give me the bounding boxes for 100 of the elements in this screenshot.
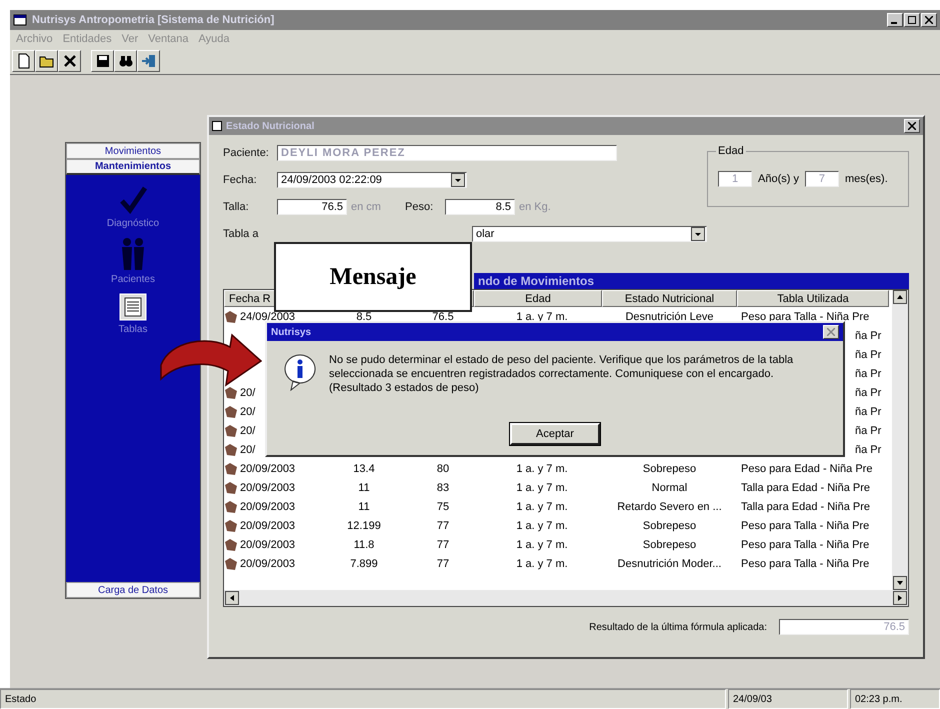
status-time: 02:23 p.m. [850,689,940,709]
table-cell: Peso para Edad - Niña Pre [741,462,872,474]
checkmark-icon[interactable] [118,185,148,215]
table-cell: Desnutrición Moder... [618,558,722,570]
scroll-down-icon[interactable] [893,576,907,590]
table-dropdown[interactable]: olar [472,226,707,242]
table-cell: Normal [652,482,688,494]
table-cell: ña Pr [855,330,882,342]
dialog-title: Nutrisys [271,326,312,338]
new-document-icon[interactable] [12,50,35,72]
sidebar-item-label[interactable]: Tablas [118,324,148,335]
close-button[interactable] [904,119,920,133]
table-cell: Sobrepeso [642,538,696,550]
row-icon [224,310,238,324]
table-cell: 20/09/2003 [240,500,296,512]
vertical-scrollbar[interactable] [892,290,908,590]
unit-label: en cm [351,200,382,212]
document-icon[interactable] [119,293,147,321]
sidebar-item-label[interactable]: Pacientes [111,274,155,285]
field-label: Talla: [223,200,250,212]
table-cell: 75 [436,500,450,512]
table-cell: 80 [436,462,450,474]
group-label: Edad [716,145,746,157]
table-cell: ña Pr [855,348,882,360]
field-label: Peso: [405,200,434,212]
table-cell: 11.8 [354,538,374,550]
field-label: Tabla a [223,228,260,240]
open-folder-icon[interactable] [35,50,58,72]
app-icon [212,121,222,131]
close-button[interactable] [823,325,839,339]
table-cell: 13.4 [353,462,375,474]
field-label: Paciente: [223,146,270,158]
row-icon [224,462,238,476]
scroll-up-icon[interactable] [893,290,907,304]
exit-door-icon[interactable] [137,50,160,72]
grid-title: ndo de Movimientos [478,274,594,288]
table-cell: Talla para Edad - Niña Pre [741,482,870,494]
column-header[interactable]: Tabla Utilizada [737,290,889,307]
weight-field[interactable]: 8.5 [445,198,515,214]
maximize-icon [908,16,916,24]
row-icon [224,480,238,494]
table-cell: 1 a. y 7 m. [516,500,568,512]
table-cell: 8.5 [356,310,372,322]
table-cell: 20/ [240,386,256,398]
table-cell: 1 a. y 7 m. [516,482,568,494]
sidebar-item-label[interactable]: Diagnóstico [106,218,160,229]
status-date: 24/09/03 [728,689,848,709]
result-label: Resultado de la última fórmula aplicada: [589,622,767,632]
accept-button[interactable]: Aceptar [510,423,600,445]
unit-label: en Kg. [519,200,552,212]
row-icon [224,424,238,438]
scroll-right-icon[interactable] [893,591,907,605]
row-icon [224,538,238,552]
table-cell: Talla para Edad - Niña Pre [741,500,870,512]
table-cell: ña Pr [855,424,882,436]
table-cell: Peso para Talla - Niña Pre [741,558,870,570]
table-cell: 11 [358,482,370,494]
table-cell: Peso para Talla - Niña Pre [741,520,870,532]
date-dropdown[interactable]: 24/09/2003 02:22:09 [277,172,467,188]
table-cell: Peso para Talla - Niña Pre [741,538,870,550]
column-header[interactable]: Edad [474,290,602,307]
row-icon [224,442,238,456]
column-header[interactable]: Estado Nutricional [602,290,737,307]
table-cell: 1 a. y 7 m. [516,538,568,550]
row-icon [224,500,238,514]
table-cell: 77 [436,558,450,570]
table-cell: Sobrepeso [642,520,696,532]
table-cell: 77 [436,520,450,532]
height-field[interactable]: 76.5 [277,198,347,214]
minimize-button[interactable] [887,13,903,27]
sidebar-tab[interactable]: Mantenimientos [66,159,200,175]
app-icon [13,13,27,27]
field-label: Año(s) y [758,173,799,185]
field-label: Fecha: [223,174,258,186]
sidebar-tab[interactable]: Carga de Datos [66,582,200,598]
table-cell: ña Pr [855,406,882,418]
delete-icon[interactable] [58,50,81,72]
table-cell: 20/ [240,444,256,456]
binoculars-icon[interactable] [114,50,137,72]
table-cell: 1 a. y 7 m. [516,462,568,474]
table-cell: 20/ [240,424,256,436]
row-icon [224,556,238,570]
field-label: mes(es). [844,173,888,185]
status-text: Estado [0,689,726,709]
table-cell: 20/ [240,406,256,418]
close-icon [925,16,933,24]
save-icon[interactable] [91,50,114,72]
scroll-left-icon[interactable] [225,591,239,605]
maximize-button[interactable] [904,13,920,27]
horizontal-scrollbar[interactable] [224,590,908,606]
callout-label: Mensaje [330,264,416,290]
close-icon [908,122,916,130]
sidebar-tab[interactable]: Movimientos [66,143,200,159]
window-title: Nutrisys Antropometria [Sistema de Nutrición] [32,14,274,26]
column-header[interactable]: Fecha R [224,290,276,307]
table-cell: 11 [358,500,370,512]
table-cell: 77 [436,538,450,550]
table-cell: Peso para Talla - Niña Pre [741,310,870,322]
child-window-title: Estado Nutricional [226,120,314,132]
close-button[interactable] [921,13,937,27]
